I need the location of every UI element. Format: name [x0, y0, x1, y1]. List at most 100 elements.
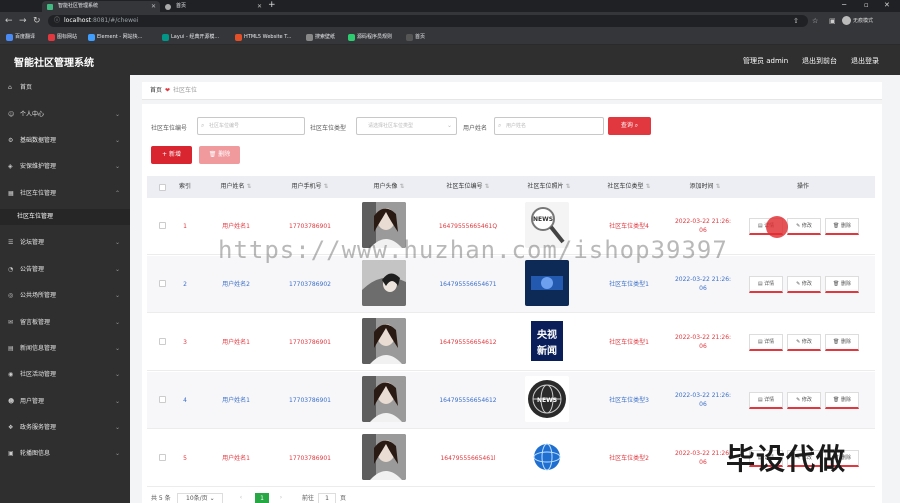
search-label-code: 社区车位编号 — [151, 125, 188, 132]
delete-button[interactable]: 🗑 删除 — [825, 218, 859, 235]
reload-icon[interactable]: ↻ — [33, 15, 41, 27]
back-icon[interactable]: ← — [5, 15, 13, 27]
cell-time: 2022-03-22 21:26: 06 — [674, 392, 732, 408]
bookmark-item[interactable]: 图标网站 — [48, 33, 77, 42]
edit-button[interactable]: ✎ 修改 — [787, 392, 821, 409]
sidebar-item-users[interactable]: ☻ 用户管理 ⌄ — [0, 394, 130, 410]
cell-type: 社区车位类型3 — [609, 397, 649, 404]
sidebar-item-notice[interactable]: ◔ 公告管理 ⌄ — [0, 262, 130, 278]
home-icon: ⌂ — [8, 84, 12, 91]
browser-tab-active[interactable]: 智能社区管理系统 ✕ — [42, 1, 160, 12]
sidebar-subitem-parking[interactable]: 社区车位管理 — [0, 209, 130, 225]
heart-icon: ❤ — [165, 87, 171, 94]
url-field[interactable]: ⓘ localhost:8081/#/chewei — [48, 15, 808, 27]
edit-button[interactable]: ✎ 修改 — [787, 276, 821, 293]
users-icon: ☻ — [8, 398, 15, 405]
incognito-profile[interactable]: 无痕模式 — [842, 15, 873, 27]
admin-label: 管理员 admin — [743, 57, 789, 65]
search-button[interactable]: 查询 ⌕ — [608, 117, 651, 135]
carousel-icon: ▣ — [8, 450, 14, 457]
th-name[interactable]: 用户姓名 ⇅ — [203, 176, 269, 198]
sidebar-item-profile[interactable]: ☺ 个人中心 ⌄ — [0, 107, 130, 123]
select-all-checkbox[interactable] — [159, 184, 166, 191]
detail-button[interactable]: ▤ 详情 — [749, 392, 783, 409]
th-time[interactable]: 添加时间 ⇅ — [669, 176, 741, 198]
back-to-front-link[interactable]: 退出到前台 — [802, 56, 837, 66]
row-checkbox[interactable] — [159, 396, 166, 403]
delete-button[interactable]: 🗑 删除 — [825, 392, 859, 409]
bookmark-star-icon[interactable]: ☆ — [812, 15, 818, 27]
delete-button[interactable]: 🗑 删除 — [825, 334, 859, 351]
window-close-icon[interactable]: ✕ — [884, 0, 890, 11]
search-icon: ⌕ — [634, 122, 639, 129]
sidebar-item-activity[interactable]: ◉ 社区活动管理 ⌄ — [0, 367, 130, 383]
sidebar-item-gov-service[interactable]: ❖ 政务服务管理 ⌄ — [0, 420, 130, 436]
edit-button[interactable]: ✎ 修改 — [787, 334, 821, 351]
row-checkbox[interactable] — [159, 222, 166, 229]
row-checkbox[interactable] — [159, 338, 166, 345]
maximize-icon[interactable]: ▫ — [864, 0, 869, 11]
bookmark-item[interactable]: 搜索壁纸 — [306, 33, 335, 42]
extension-icon[interactable]: ▣ — [829, 15, 836, 27]
th-photo[interactable]: 社区车位照片 ⇅ — [509, 176, 589, 198]
chevron-down-icon: ⌄ — [114, 111, 120, 118]
next-page-icon[interactable]: › — [274, 493, 288, 503]
batch-delete-button[interactable]: 🗑 删除 — [199, 146, 240, 164]
sidebar-item-message-board[interactable]: ✉ 留言板管理 ⌄ — [0, 315, 130, 331]
add-button[interactable]: + 新增 — [151, 146, 192, 164]
user-avatar — [362, 260, 406, 306]
tab-close-icon[interactable]: ✕ — [257, 1, 262, 12]
bookmark-icon — [306, 34, 313, 41]
th-type[interactable]: 社区车位类型 ⇅ — [589, 176, 669, 198]
browser-tab-home[interactable]: 首页 ✕ — [160, 1, 266, 12]
logout-link[interactable]: 退出登录 — [851, 56, 879, 66]
sidebar-item-security[interactable]: ◈ 安保维护管理 ⌄ — [0, 159, 130, 175]
user-avatar — [362, 318, 406, 364]
bookmark-item[interactable]: Layui - 经典开源模... — [162, 33, 219, 42]
parking-type-select[interactable]: 请选择社区车位类型 ⌄ — [356, 117, 457, 135]
activity-icon: ◉ — [8, 371, 14, 378]
goto-page-input[interactable]: 1 — [318, 493, 336, 503]
bookmark-icon — [235, 34, 242, 41]
share-icon[interactable]: ⇧ — [793, 15, 799, 27]
chevron-up-icon: ⌃ — [114, 190, 120, 197]
th-phone[interactable]: 用户手机号 ⇅ — [269, 176, 351, 198]
sidebar-item-public-place[interactable]: ◎ 公共场所管理 ⌄ — [0, 288, 130, 304]
breadcrumb-home[interactable]: 首页 — [150, 87, 162, 94]
delete-button[interactable]: 🗑 删除 — [825, 276, 859, 293]
sidebar-item-home[interactable]: ⌂ 首页 — [0, 80, 130, 96]
sidebar-item-carousel[interactable]: ▣ 轮播图信息 ⌄ — [0, 446, 130, 462]
sidebar-item-parking[interactable]: ▦ 社区车位管理 ⌃ — [0, 186, 130, 202]
sidebar-item-forum[interactable]: ☰ 论坛管理 ⌄ — [0, 235, 130, 251]
page-number-current[interactable]: 1 — [255, 493, 269, 503]
prev-page-icon[interactable]: ‹ — [234, 493, 248, 503]
row-checkbox[interactable] — [159, 280, 166, 287]
page-size-select[interactable]: 10条/页 ⌄ — [177, 493, 223, 503]
parking-code-input[interactable]: ⌕ 社区车位编号 — [197, 117, 305, 135]
minimize-icon[interactable]: ─ — [842, 0, 846, 11]
bookmark-item[interactable]: HTML5 Website T... — [235, 33, 291, 42]
pager-unit: 页 — [340, 495, 347, 502]
chevron-down-icon: ⌄ — [114, 292, 120, 299]
tab-close-icon[interactable]: ✕ — [151, 1, 156, 12]
table-header: 索引 用户姓名 ⇅ 用户手机号 ⇅ 用户头像 ⇅ 社区车位编号 ⇅ 社区车位照片 ⇅ 社区… — [147, 176, 875, 198]
row-checkbox[interactable] — [159, 454, 166, 461]
forward-icon[interactable]: → — [19, 15, 27, 27]
th-code[interactable]: 社区车位编号 ⇅ — [427, 176, 509, 198]
bookmark-item[interactable]: 源码程序员规则 — [348, 33, 392, 42]
bookmark-item[interactable]: 百度翻译 — [6, 33, 35, 42]
detail-button[interactable]: ▤ 详情 — [749, 276, 783, 293]
parking-icon: ▦ — [8, 190, 14, 197]
doc-icon: ▤ — [757, 223, 763, 229]
user-name-input[interactable]: ⌕ 用户姓名 — [494, 117, 604, 135]
edit-button[interactable]: ✎ 修改 — [787, 218, 821, 235]
new-tab-icon[interactable]: + — [268, 0, 276, 11]
bookmark-item[interactable]: Element - 网站快... — [88, 33, 142, 42]
th-avatar[interactable]: 用户头像 ⇅ — [351, 176, 427, 198]
app-title: 智能社区管理系统 — [14, 58, 94, 69]
sidebar-item-basic-data[interactable]: ⚙ 基础数据管理 ⌄ — [0, 133, 130, 149]
bookmark-item[interactable]: 首页 — [406, 33, 425, 42]
cell-phone: 17703786901 — [289, 339, 331, 346]
sidebar-item-news[interactable]: ▤ 新闻信息管理 ⌄ — [0, 341, 130, 357]
detail-button[interactable]: ▤ 详情 — [749, 334, 783, 351]
